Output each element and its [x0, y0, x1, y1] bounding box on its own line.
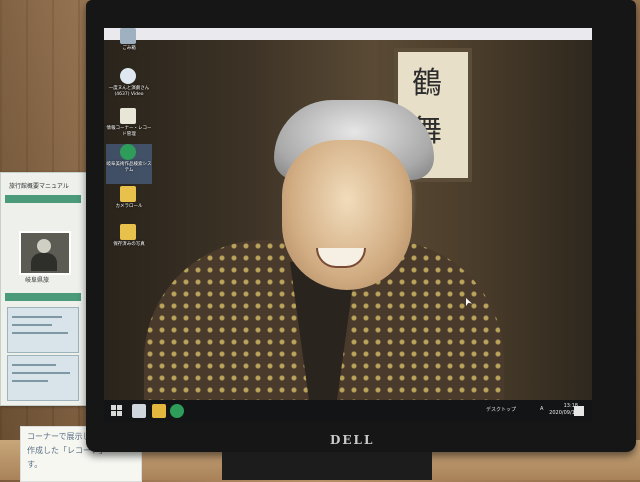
monitor-brand-logo: DELL [330, 433, 375, 447]
windows-logo-icon [111, 405, 116, 410]
recycle-bin-icon [120, 28, 136, 44]
sign-line: コーナーで展示し [27, 432, 91, 441]
folder-icon [120, 186, 136, 202]
task-view-icon[interactable] [132, 404, 146, 418]
desktop-icon-video[interactable]: 一度ヌんと演劇さん (4637) Video [106, 68, 152, 108]
start-button[interactable] [110, 404, 124, 418]
video-file-icon [120, 68, 136, 84]
tray-desktop-label[interactable]: デスクトップ [486, 406, 516, 413]
desktop-icon-label: カメラロール [115, 204, 143, 209]
window-top-strip [104, 28, 592, 40]
desktop-icon-art-search[interactable]: 岐阜美術作品検索システム [106, 144, 152, 184]
desktop-icon-saved-pictures[interactable]: 保存済みの写真 [106, 224, 152, 264]
pamphlet-band [5, 293, 81, 301]
desktop-screen[interactable]: 鶴 舞 ごみ箱 一度ヌんと演劇さん (4637) Video 情報コーナー・レコ… [104, 28, 592, 422]
notification-icon[interactable] [574, 406, 584, 416]
pamphlet-screenshot [7, 355, 79, 401]
monitor-stand [222, 452, 432, 480]
pamphlet-screenshot [7, 307, 79, 353]
desktop-icon-label: ごみ箱 [122, 46, 136, 51]
file-explorer-icon[interactable] [152, 404, 166, 418]
input-indicator[interactable]: A [540, 406, 543, 412]
document-icon [120, 108, 136, 124]
taskbar: デスクトップ A 13:18 2020/09/16 [104, 400, 592, 422]
sign-line: す。 [27, 460, 43, 469]
desktop-wallpaper[interactable]: 鶴 舞 [104, 40, 592, 422]
desktop-icon-records[interactable]: 情報コーナー・レコード管理 [106, 108, 152, 148]
desktop-icon-label: 情報コーナー・レコード管理 [106, 126, 152, 137]
desktop-icon-label: 岐阜美術作品検索システム [106, 162, 152, 173]
manual-pamphlet: 旅行館概要マニュアル 岐阜県旅 [0, 172, 88, 406]
folder-icon [120, 224, 136, 240]
pamphlet-title: 旅行館概要マニュアル [9, 183, 69, 190]
app-icon [120, 144, 136, 160]
pamphlet-band [5, 195, 81, 203]
pamphlet-photo [19, 231, 71, 275]
desktop-icon-recycle-bin[interactable]: ごみ箱 [106, 28, 152, 68]
desktop-icon-label: 一度ヌんと演劇さん (4637) Video [108, 86, 150, 97]
desktop-icon-label: 保存済みの写真 [113, 242, 145, 247]
pamphlet-name: 岐阜県旅 [25, 277, 50, 284]
desktop-icon-camera-roll[interactable]: カメラロール [106, 186, 152, 226]
app-taskbar-icon[interactable] [170, 404, 184, 418]
wallpaper-sign-char: 鶴 [412, 66, 442, 101]
